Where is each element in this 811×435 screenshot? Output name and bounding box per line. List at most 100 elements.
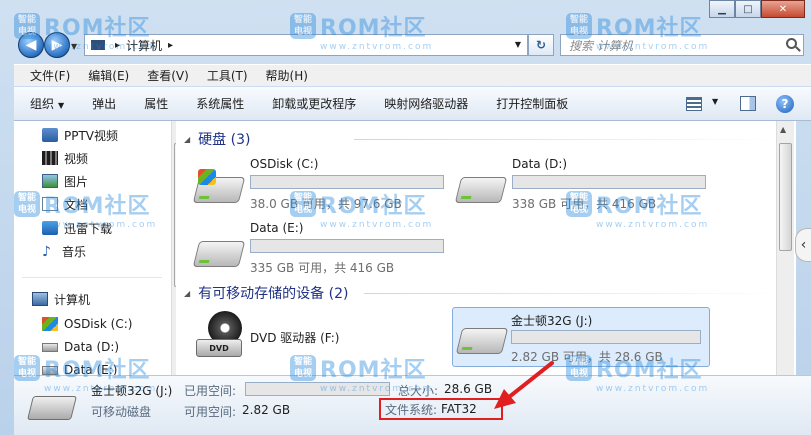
menu-view[interactable]: 查看(V)	[147, 67, 189, 84]
uninstall-program-button[interactable]: 卸载或更改程序	[272, 95, 356, 112]
group-header-hard-disks[interactable]: ◢ 硬盘 (3)	[184, 128, 784, 150]
content-pane: ◢ 硬盘 (3) OSDisk (C:) 38.0 GB 可用，共 97.6 G…	[176, 121, 796, 375]
removable-drive-icon	[27, 396, 77, 420]
group-header-label: 硬盘 (3)	[198, 132, 251, 148]
hard-drive-icon	[192, 241, 246, 267]
drive-name: 金士顿32G (J:)	[511, 314, 593, 328]
drive-name: Data (D:)	[512, 157, 568, 171]
content-scrollbar-thumb[interactable]	[779, 143, 792, 251]
nav-item-label: 计算机	[54, 292, 91, 307]
refresh-button[interactable]: ↻	[528, 34, 554, 56]
music-library-icon: ♪	[42, 244, 51, 260]
filesystem-highlight-box: 文件系统: FAT32	[379, 398, 503, 420]
nav-item-label: 文档	[64, 197, 89, 212]
menu-file[interactable]: 文件(F)	[30, 67, 70, 84]
drive-icon	[42, 365, 58, 375]
nav-item-music[interactable]: ♪ 音乐	[42, 241, 86, 261]
breadcrumb-separator[interactable]: ▸	[168, 40, 173, 51]
details-total-value: 28.6 GB	[444, 382, 493, 396]
recent-pages-dropdown-icon[interactable]: ▼	[71, 42, 77, 51]
eject-button[interactable]: 弹出	[92, 95, 116, 112]
collapse-icon[interactable]: ◢	[184, 135, 190, 144]
drive-tile-d[interactable]: Data (D:) 338 GB 可用，共 416 GB	[454, 157, 718, 221]
details-total-label: 总大小:	[398, 384, 439, 398]
windows-drive-icon	[42, 317, 58, 331]
back-button[interactable]: ◀	[18, 32, 44, 58]
drive-capacity-text: 335 GB 可用，共 416 GB	[250, 261, 395, 275]
preview-pane-icon[interactable]	[740, 96, 756, 111]
nav-item-label: 视频	[64, 151, 89, 166]
nav-item-documents[interactable]: 文档	[42, 194, 88, 214]
menu-tools[interactable]: 工具(T)	[207, 67, 248, 84]
side-panel-chevron-left-icon[interactable]: ‹	[795, 228, 811, 262]
organize-label: 组织	[30, 97, 55, 111]
chevron-down-icon: ▼	[58, 101, 65, 110]
nav-item-label: Data (D:)	[64, 340, 120, 354]
dvd-badge: DVD	[196, 339, 242, 357]
picture-library-icon	[42, 174, 58, 188]
windows-logo-icon	[198, 169, 216, 185]
video-library-icon	[42, 151, 58, 165]
hard-drive-icon	[454, 177, 508, 203]
view-dropdown-icon[interactable]: ▼	[712, 97, 718, 106]
view-options-icon[interactable]	[686, 97, 702, 111]
address-dropdown-icon[interactable]: ▼	[515, 40, 521, 49]
properties-button[interactable]: 属性	[144, 95, 168, 112]
computer-icon	[91, 40, 105, 50]
collapse-icon[interactable]: ◢	[184, 289, 190, 298]
content-scrollbar[interactable]: ▲	[776, 121, 794, 375]
menu-help[interactable]: 帮助(H)	[266, 67, 308, 84]
scroll-up-icon[interactable]: ▲	[780, 125, 786, 134]
minimize-button[interactable]: ▁	[709, 0, 735, 18]
pptv-icon	[42, 128, 58, 142]
watermark-logo-line1: 智能	[17, 15, 36, 25]
breadcrumb-separator[interactable]: ▸	[115, 40, 120, 51]
details-free-label: 可用空间:	[184, 405, 237, 419]
details-filesystem-value: FAT32	[441, 402, 477, 416]
close-button[interactable]: ✕	[761, 0, 805, 18]
group-divider	[364, 293, 784, 294]
nav-item-video[interactable]: 视频	[42, 148, 88, 168]
explorer-window: ▁ □ ✕ ◀ ▶ ▼ ▸ 计算机 ▸ ▼ ↻ 搜索 计算机 文件(F) 编辑(…	[0, 0, 811, 435]
system-properties-button[interactable]: 系统属性	[196, 95, 244, 112]
open-control-panel-button[interactable]: 打开控制面板	[496, 95, 568, 112]
nav-item-drive-c[interactable]: OSDisk (C:)	[42, 314, 132, 334]
annotation-arrow	[494, 361, 554, 409]
nav-item-pptv[interactable]: PPTV视频	[42, 125, 118, 145]
dvd-drive-icon[interactable]: DVD	[196, 311, 246, 361]
nav-item-label: 音乐	[62, 244, 87, 259]
drive-capacity-text: 38.0 GB 可用，共 97.6 GB	[250, 197, 402, 211]
capacity-bar	[512, 175, 706, 189]
details-drive-name: 金士顿32G (J:)	[91, 384, 173, 398]
breadcrumb-computer[interactable]: 计算机	[126, 37, 162, 54]
nav-item-pictures[interactable]: 图片	[42, 171, 88, 191]
capacity-bar	[250, 175, 444, 189]
forward-button[interactable]: ▶	[44, 32, 70, 58]
group-header-removable[interactable]: ◢ 有可移动存储的设备 (2)	[184, 282, 784, 304]
removable-drive-icon	[455, 328, 509, 354]
map-network-drive-button[interactable]: 映射网络驱动器	[384, 95, 468, 112]
organize-button[interactable]: 组织 ▼	[30, 95, 64, 112]
help-icon[interactable]: ?	[776, 95, 794, 113]
watermark-logo-line1: 智能	[569, 15, 588, 25]
group-divider	[354, 139, 784, 140]
menu-bar: 文件(F) 编辑(E) 查看(V) 工具(T) 帮助(H)	[14, 64, 811, 86]
computer-icon	[32, 292, 48, 306]
window-caption-buttons: ▁ □ ✕	[709, 0, 805, 18]
nav-item-thunder[interactable]: 迅雷下载	[42, 218, 112, 238]
drive-tile-c[interactable]: OSDisk (C:) 38.0 GB 可用，共 97.6 GB	[192, 157, 456, 221]
drive-name-dvd[interactable]: DVD 驱动器 (F:)	[250, 329, 340, 346]
drive-capacity-text: 338 GB 可用，共 416 GB	[512, 197, 657, 211]
drive-tile-e[interactable]: Data (E:) 335 GB 可用，共 416 GB	[192, 221, 456, 285]
nav-item-drive-d[interactable]: Data (D:)	[42, 337, 119, 357]
maximize-button[interactable]: □	[735, 0, 761, 18]
address-bar[interactable]: ▸ 计算机 ▸ ▼	[84, 34, 528, 56]
nav-item-label: 图片	[64, 174, 89, 189]
search-input[interactable]: 搜索 计算机	[560, 34, 804, 56]
menu-edit[interactable]: 编辑(E)	[88, 67, 129, 84]
nav-divider	[22, 277, 162, 278]
nav-item-label: 迅雷下载	[64, 221, 113, 236]
nav-item-computer[interactable]: 计算机	[32, 289, 90, 309]
details-filesystem-label: 文件系统:	[385, 402, 438, 417]
capacity-bar	[511, 330, 701, 344]
